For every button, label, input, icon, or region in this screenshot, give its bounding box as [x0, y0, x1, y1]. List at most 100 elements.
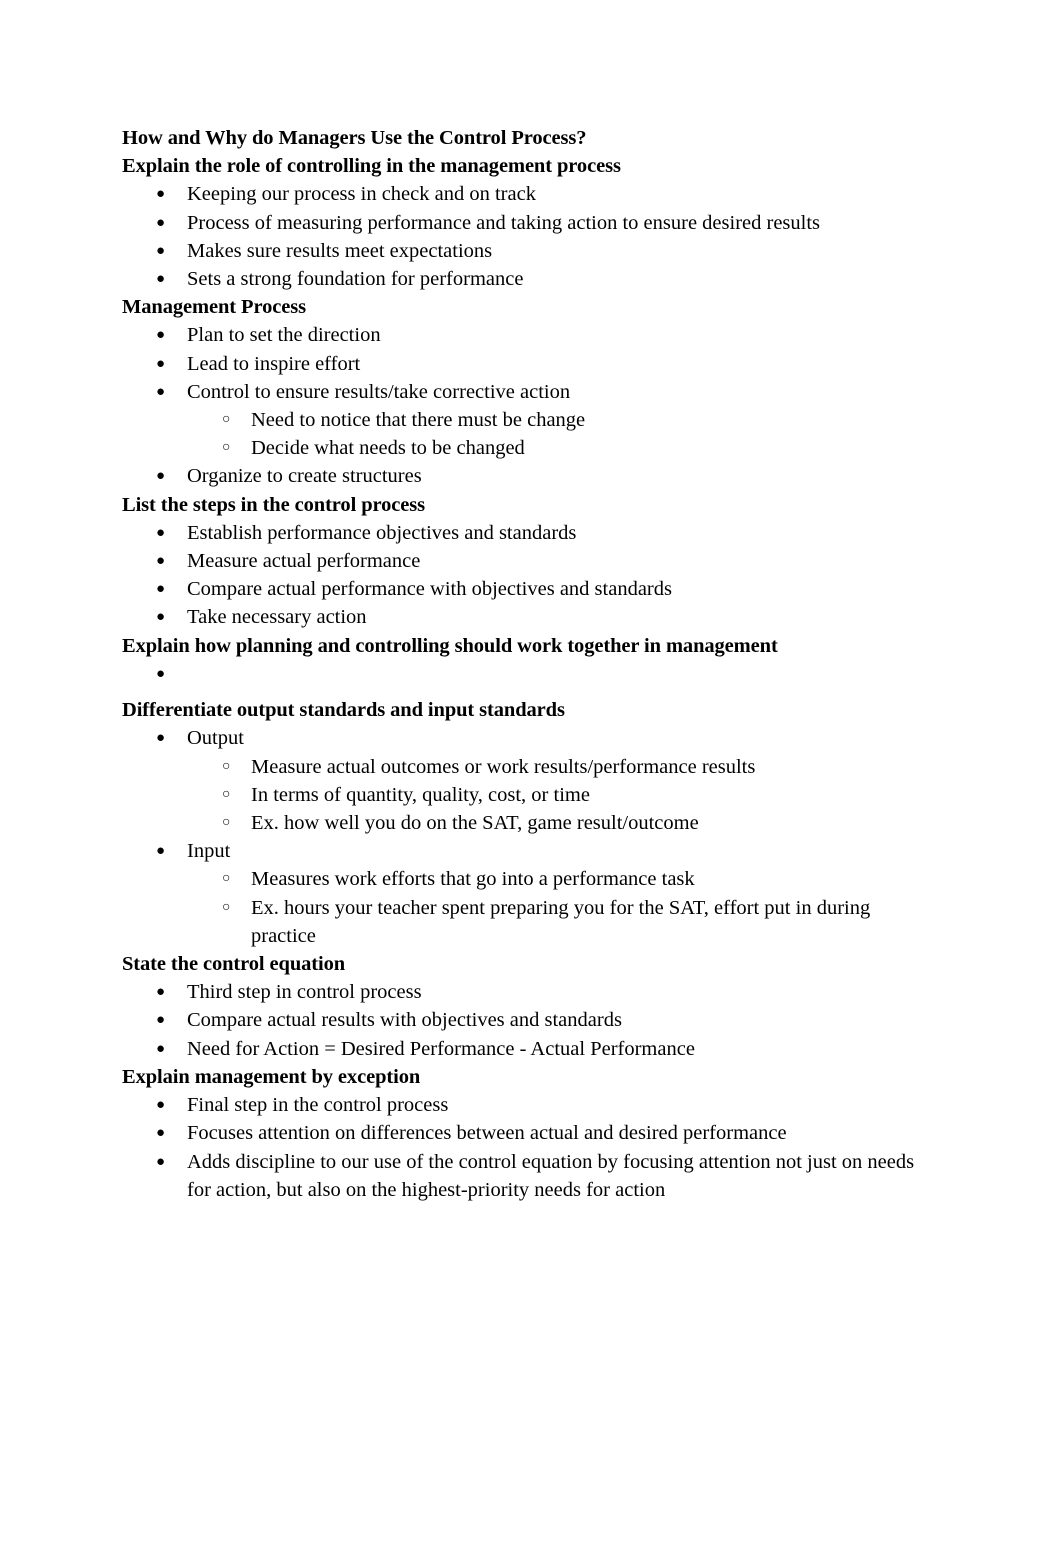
bullet-disc-icon: ●: [156, 1097, 166, 1114]
bullet-circle-icon: ○: [222, 786, 231, 802]
list-item-label: Organize to create structures: [187, 465, 422, 488]
bullet-list: ● Establish performance objectives and st…: [122, 519, 932, 632]
sub-bullet-list: ○ Measures work efforts that go into a pe…: [122, 865, 932, 950]
bullet-circle-icon: ○: [222, 815, 231, 831]
bullet-circle-icon: ○: [222, 758, 231, 774]
bullet-disc-icon: ●: [156, 242, 166, 259]
section-heading: State the control equation: [122, 953, 346, 976]
list-item-label: Sets a strong foundation for performance: [187, 268, 524, 291]
bullet-disc-icon: ●: [156, 665, 166, 682]
bullet-disc-icon: ●: [156, 1125, 166, 1142]
bullet-disc-icon: ●: [156, 355, 166, 372]
sub-list-item: ○ Ex. how well you do on the SAT, game re…: [122, 809, 932, 837]
bullet-disc-icon: ●: [156, 271, 166, 288]
bullet-disc-icon: ●: [156, 186, 166, 203]
list-item: ● Makes sure results meet expectations: [122, 237, 932, 265]
sub-list-item: ○ Measure actual outcomes or work results…: [122, 753, 932, 781]
list-item-label: Take necessary action: [187, 606, 367, 629]
list-item: ● Input: [122, 837, 932, 865]
list-item-label: Output: [187, 727, 244, 750]
sub-list-item: ○ Need to notice that there must be chang…: [122, 406, 932, 434]
bullet-disc-icon: ●: [156, 984, 166, 1001]
section-heading: Differentiate output standards and input…: [122, 699, 565, 722]
bullet-disc-icon: ●: [156, 383, 166, 400]
list-item: ● Lead to inspire effort: [122, 350, 932, 378]
list-item-label: Third step in control process: [187, 981, 422, 1004]
list-item: ●: [122, 660, 932, 696]
list-item-label: Lead to inspire effort: [187, 352, 361, 375]
sub-list-item-label: Ex. how well you do on the SAT, game res…: [251, 812, 699, 835]
list-item: ● Need for Action = Desired Performance -…: [122, 1035, 932, 1063]
sub-list-item-label: Measures work efforts that go into a per…: [251, 868, 695, 891]
bullet-disc-icon: ●: [156, 1012, 166, 1029]
list-item: ● Focuses attention on differences betwee…: [122, 1119, 932, 1147]
list-item: ● Output: [122, 724, 932, 752]
sub-bullet-list: ○ Measure actual outcomes or work results…: [122, 753, 932, 838]
document-body: How and Why do Managers Use the Control …: [122, 124, 932, 1204]
sub-list-item: ○ Ex. hours your teacher spent preparing …: [122, 894, 932, 950]
bullet-list: ● Third step in control process ● Compare a…: [122, 978, 932, 1063]
list-item-label: Input: [187, 840, 231, 863]
list-item-label: Final step in the control process: [187, 1094, 449, 1117]
sub-list-item-label: Measure actual outcomes or work results/…: [251, 755, 756, 778]
bullet-circle-icon: ○: [222, 440, 231, 456]
list-item: ● Compare actual performance with objecti…: [122, 575, 932, 603]
list-item-label: Need for Action = Desired Performance - …: [187, 1037, 695, 1060]
section-heading: List the steps in the control process: [122, 493, 426, 516]
list-item: ● Plan to set the direction: [122, 321, 932, 349]
bullet-circle-icon: ○: [222, 899, 231, 915]
sub-bullet-list: ○ Need to notice that there must be chang…: [122, 406, 932, 462]
bullet-disc-icon: ●: [156, 214, 166, 231]
bullet-disc-icon: ●: [156, 609, 166, 626]
list-item-label: Control to ensure results/take correctiv…: [187, 380, 571, 403]
sub-list-item: ○ In terms of quantity, quality, cost, or…: [122, 781, 932, 809]
bullet-disc-icon: ●: [156, 1153, 166, 1170]
list-item-label: Process of measuring performance and tak…: [187, 211, 821, 234]
list-item: ● Measure actual performance: [122, 547, 932, 575]
section-heading: Explain management by exception: [122, 1065, 421, 1088]
list-item: ● Compare actual results with objectives …: [122, 1006, 932, 1034]
list-item-label: Establish performance objectives and sta…: [187, 521, 577, 544]
list-item: ● Third step in control process: [122, 978, 932, 1006]
bullet-disc-icon: ●: [156, 468, 166, 485]
list-item: ● Adds discipline to our use of the contr…: [122, 1148, 932, 1204]
document-sections: Explain the role of controlling in the m…: [122, 152, 932, 1204]
list-item-label: Focuses attention on differences between…: [187, 1122, 787, 1145]
sub-list-item-label: Ex. hours your teacher spent preparing y…: [251, 896, 871, 947]
list-item: ● Establish performance objectives and st…: [122, 519, 932, 547]
section-heading: Management Process: [122, 296, 306, 319]
list-item-label: Plan to set the direction: [187, 324, 381, 347]
bullet-disc-icon: ●: [156, 524, 166, 541]
bullet-list: ●: [122, 660, 932, 696]
bullet-disc-icon: ●: [156, 843, 166, 860]
sub-list-item-label: Need to notice that there must be change: [251, 409, 586, 432]
bullet-list: ● Keeping our process in check and on tra…: [122, 180, 932, 293]
bullet-disc-icon: ●: [156, 1040, 166, 1057]
list-item-label: Keeping our process in check and on trac…: [187, 183, 536, 206]
section-heading: Explain the role of controlling in the m…: [122, 155, 621, 178]
page-title: How and Why do Managers Use the Control …: [122, 127, 587, 149]
bullet-disc-icon: ●: [156, 581, 166, 598]
list-item: ● Process of measuring performance and ta…: [122, 209, 932, 237]
list-item: ● Control to ensure results/take correcti…: [122, 378, 932, 406]
document-page: How and Why do Managers Use the Control …: [0, 0, 1062, 1556]
sub-list-item: ○ Measures work efforts that go into a pe…: [122, 865, 932, 893]
list-item: ● Sets a strong foundation for performanc…: [122, 265, 932, 293]
sub-list-item-label: In terms of quantity, quality, cost, or …: [251, 783, 590, 806]
bullet-disc-icon: ●: [156, 730, 166, 747]
bullet-disc-icon: ●: [156, 327, 166, 344]
bullet-list: ● Plan to set the direction ● Lead to inspi…: [122, 321, 932, 490]
bullet-disc-icon: ●: [156, 553, 166, 570]
list-item: ● Final step in the control process: [122, 1091, 932, 1119]
bullet-circle-icon: ○: [222, 871, 231, 887]
list-item: ● Keeping our process in check and on tra…: [122, 180, 932, 208]
bullet-list: ● Output ○ Measure actual outcomes or work …: [122, 724, 932, 950]
list-item-label: Makes sure results meet expectations: [187, 239, 493, 262]
sub-list-item: ○ Decide what needs to be changed: [122, 434, 932, 462]
list-item: ● Organize to create structures: [122, 462, 932, 490]
list-item: ● Take necessary action: [122, 603, 932, 631]
list-item-label: Compare actual performance with objectiv…: [187, 578, 672, 601]
bullet-list: ● Final step in the control process ● Focus…: [122, 1091, 932, 1204]
sub-list-item-label: Decide what needs to be changed: [251, 437, 525, 460]
section-heading: Explain how planning and controlling sho…: [122, 634, 778, 657]
